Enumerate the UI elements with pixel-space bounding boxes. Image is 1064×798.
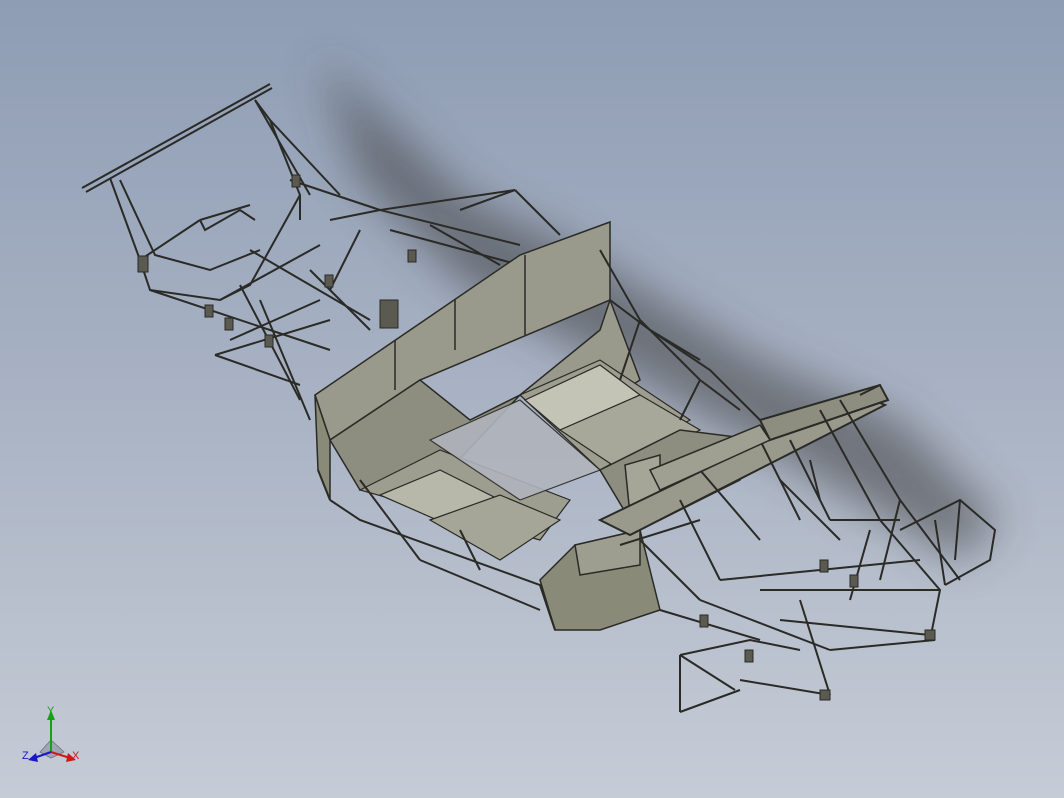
axis-z-label: Z xyxy=(22,750,29,762)
chassis-model[interactable] xyxy=(0,0,1064,798)
graphics-viewport[interactable]: Y X Z xyxy=(0,0,1064,798)
coordinate-triad: Y X Z xyxy=(18,700,88,775)
axis-y-label: Y xyxy=(47,705,55,717)
axis-x-label: X xyxy=(72,750,80,762)
